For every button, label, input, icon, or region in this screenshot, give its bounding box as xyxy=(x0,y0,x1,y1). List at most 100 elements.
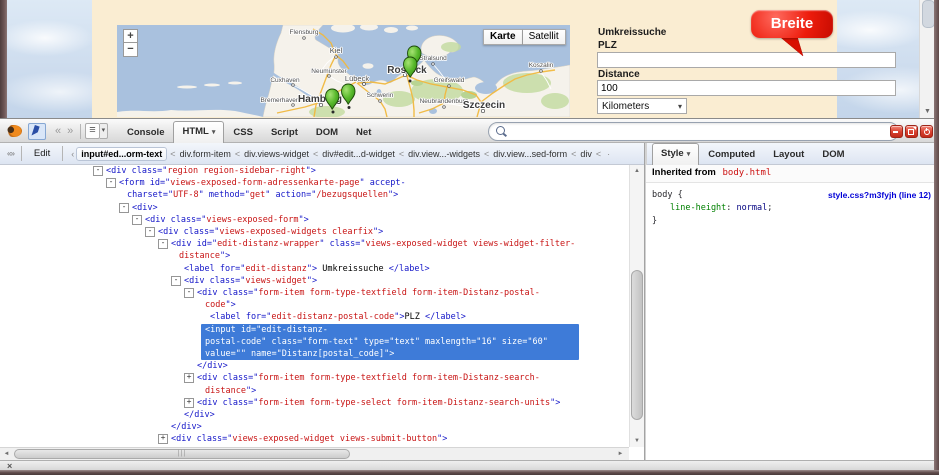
tree-node[interactable]: -<div> xyxy=(0,202,629,214)
tree-markup: <label for=" xyxy=(210,312,271,322)
firebug-tab-bar: Console HTML▾ CSS Script DOM Net xyxy=(118,121,380,143)
tree-markup: </label> xyxy=(425,312,466,322)
firebug-icon[interactable] xyxy=(6,125,22,137)
menu-dropdown-icon[interactable]: ▾ xyxy=(100,123,109,139)
tree-markup: </div> xyxy=(171,422,202,432)
tree-attr-value: form-item form-type-select form-item-Dis… xyxy=(258,398,550,408)
tree-node[interactable]: +<div class="views-exposed-widget views-… xyxy=(0,433,629,445)
browser-scrollbar[interactable]: ▼ xyxy=(919,0,934,118)
window-frame-right xyxy=(934,0,939,475)
tab-dom-side[interactable]: DOM xyxy=(813,145,853,165)
tree-node[interactable]: -<div class="views-exposed-form"> xyxy=(0,214,629,226)
html-tree-panel[interactable]: -<div class="region region-sidebar-right… xyxy=(0,165,629,447)
zoom-out-button[interactable]: − xyxy=(123,43,138,57)
search-input[interactable] xyxy=(509,124,893,139)
tree-node-selected[interactable]: <input id="edit-distanz-postal-code" cla… xyxy=(201,324,579,361)
expand-icon[interactable]: + xyxy=(184,398,194,408)
back-icon[interactable]: « xyxy=(52,125,64,137)
scroll-left-icon[interactable]: ◄ xyxy=(0,448,13,460)
tree-vertical-scrollbar[interactable]: ▲ ▼ xyxy=(629,165,644,447)
tab-computed[interactable]: Computed xyxy=(699,145,764,165)
detach-window-button[interactable] xyxy=(905,125,918,138)
tree-markup: <div class=" xyxy=(171,434,232,444)
map-marker-dot[interactable] xyxy=(332,111,335,114)
breadcrumb-item[interactable]: div.view...-widgets xyxy=(407,149,481,159)
breadcrumb-item[interactable]: div#edit...d-widget xyxy=(321,149,396,159)
collapse-icon[interactable]: - xyxy=(93,166,103,176)
expand-icon[interactable]: + xyxy=(184,373,194,383)
tree-node[interactable]: distance"> xyxy=(0,250,629,262)
tree-node[interactable]: </div> xyxy=(0,421,629,433)
tree-node[interactable]: -<div class="views-widget"> xyxy=(0,275,629,287)
css-property[interactable]: line-height xyxy=(670,203,726,213)
collapse-icon[interactable]: - xyxy=(106,178,116,188)
scroll-up-icon[interactable]: ▲ xyxy=(630,165,644,177)
breadcrumb-lead: ‹ xyxy=(71,149,74,159)
breadcrumb-item[interactable]: div.form-item xyxy=(179,149,232,159)
tab-html[interactable]: HTML▾ xyxy=(173,121,224,143)
tab-net[interactable]: Net xyxy=(347,123,380,143)
tab-layout[interactable]: Layout xyxy=(764,145,813,165)
tree-node[interactable]: -<div class="views-exposed-widgets clear… xyxy=(0,226,629,238)
breadcrumb-item[interactable]: div.view...sed-form xyxy=(492,149,568,159)
breadcrumb-item[interactable]: div.views-widget xyxy=(243,149,310,159)
tree-node[interactable]: distance"> xyxy=(0,385,629,397)
tree-node[interactable]: </div> xyxy=(0,360,629,372)
collapse-icon[interactable]: - xyxy=(119,203,129,213)
plz-input[interactable] xyxy=(597,52,896,68)
collapse-icon[interactable]: - xyxy=(145,227,155,237)
tree-hscrollbar-thumb[interactable]: ||| xyxy=(14,449,350,459)
tree-node[interactable]: -<div class="region region-sidebar-right… xyxy=(0,165,629,177)
tree-node[interactable]: code"> xyxy=(0,299,629,311)
tab-css[interactable]: CSS xyxy=(224,123,262,143)
units-select[interactable]: Kilometers ▾ xyxy=(597,98,687,114)
chevron-down-icon: ▾ xyxy=(678,99,682,114)
scroll-down-icon[interactable]: ▼ xyxy=(920,105,935,118)
tree-horizontal-scrollbar[interactable]: ◄ ||| ► xyxy=(0,447,629,460)
expand-icon[interactable]: + xyxy=(158,434,168,444)
zoom-in-button[interactable]: + xyxy=(123,29,138,43)
tree-node[interactable]: </div> xyxy=(0,409,629,421)
inherited-element-link[interactable]: body.html xyxy=(723,168,772,178)
scroll-down-icon[interactable]: ▼ xyxy=(630,435,644,447)
forward-icon[interactable]: » xyxy=(64,125,76,137)
scroll-right-icon[interactable]: ► xyxy=(614,448,627,460)
tree-node[interactable]: <label for="edit-distanz-postal-code">PL… xyxy=(0,311,629,323)
firebug-search-box[interactable] xyxy=(488,122,899,141)
tree-markup: <div class=" xyxy=(197,288,258,298)
tab-console[interactable]: Console xyxy=(118,123,173,143)
breadcrumb-item[interactable]: input#ed...orm-text xyxy=(76,147,167,161)
tree-node[interactable]: -<div class="form-item form-type-textfie… xyxy=(0,287,629,299)
tab-dom[interactable]: DOM xyxy=(307,123,347,143)
power-off-button[interactable] xyxy=(920,125,933,138)
map-type-satellit-button[interactable]: Satellit xyxy=(523,29,566,45)
tree-node[interactable]: charset="UTF-8" method="get" action="/be… xyxy=(0,189,629,201)
collapse-icon[interactable]: - xyxy=(184,288,194,298)
tree-node[interactable]: +<div class="form-item form-type-select … xyxy=(0,397,629,409)
tree-vscrollbar-thumb[interactable] xyxy=(631,270,643,420)
css-file-link[interactable]: style.css?m3fyjh (line 12) xyxy=(828,189,931,202)
collapse-icon[interactable]: - xyxy=(171,276,181,286)
collapse-icon[interactable]: - xyxy=(132,215,142,225)
tab-script[interactable]: Script xyxy=(262,123,307,143)
tree-node[interactable]: -<div id="edit-distanz-wrapper" class="v… xyxy=(0,238,629,250)
tab-style[interactable]: Style▾ xyxy=(652,143,699,165)
css-value[interactable]: normal xyxy=(737,203,768,213)
menu-icon[interactable]: ≡ xyxy=(85,123,99,139)
tree-markup: <div id=" xyxy=(171,239,217,249)
side-panel-toggle-icon[interactable]: «» xyxy=(4,149,17,158)
breadcrumb-item[interactable]: div xyxy=(579,149,593,159)
tree-node[interactable]: <label for="edit-distanz"> Umkreissuche … xyxy=(0,263,629,275)
distance-input[interactable] xyxy=(597,80,896,96)
map-type-karte-button[interactable]: Karte xyxy=(483,29,523,45)
map-marker-dot[interactable] xyxy=(409,80,412,83)
inspect-element-icon[interactable] xyxy=(28,123,46,140)
tree-node[interactable]: -<form id="views-exposed-form-adressenka… xyxy=(0,177,629,189)
minimize-button[interactable] xyxy=(890,125,903,138)
edit-button[interactable]: Edit xyxy=(26,146,58,161)
tree-node[interactable]: +<div class="form-item form-type-textfie… xyxy=(0,372,629,384)
collapse-icon[interactable]: - xyxy=(158,239,168,249)
firebug-panel: « » ≡ ▾ Console HTML▾ CSS Script DOM Net xyxy=(0,118,939,475)
tree-markup: "> xyxy=(307,276,317,286)
map-marker-dot[interactable] xyxy=(348,106,351,109)
